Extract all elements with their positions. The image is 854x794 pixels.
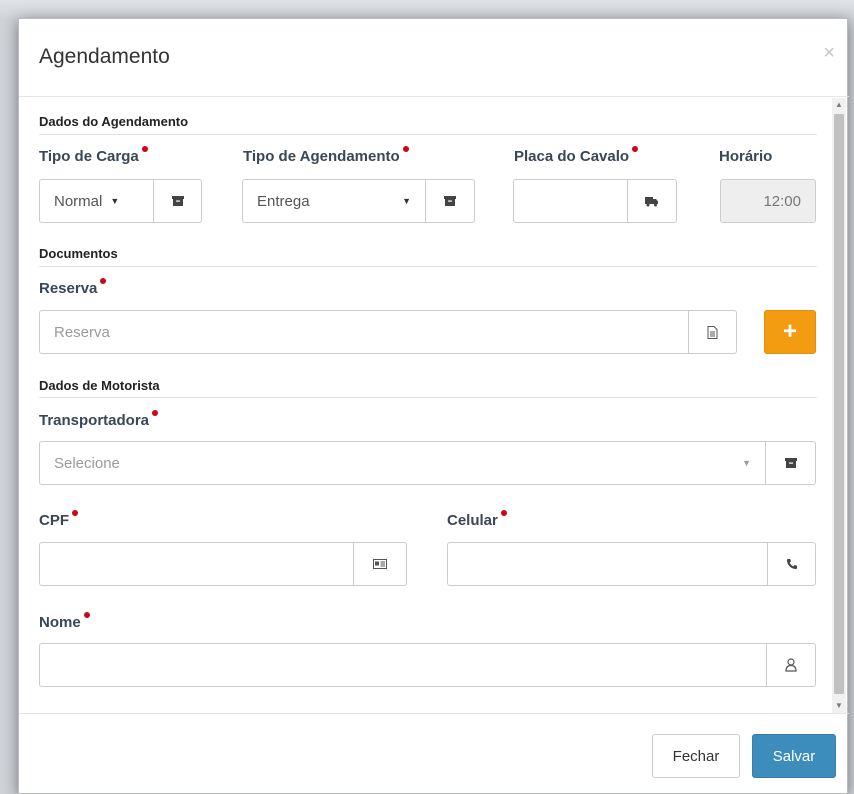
horario-label-text: Horário [719, 148, 773, 165]
id-card-icon [373, 559, 387, 569]
document-icon [707, 325, 718, 339]
modal-header: Agendamento × [19, 19, 849, 97]
modal-scrollbar[interactable]: ▲ ▼ [832, 98, 846, 713]
tipo-carga-label: Tipo de Carga [39, 146, 148, 165]
horario-value: 12:00 [763, 192, 801, 210]
nome-group [39, 643, 816, 687]
celular-input[interactable] [447, 542, 768, 586]
required-dot [632, 146, 639, 152]
fechar-button[interactable]: Fechar [652, 734, 740, 778]
tipo-agendamento-select[interactable]: Entrega ▼ [242, 179, 426, 223]
required-dot [100, 278, 107, 284]
scroll-thumb[interactable] [834, 114, 844, 694]
tipo-carga-value: Normal [54, 192, 103, 210]
tipo-agendamento-group: Entrega ▼ [242, 179, 475, 223]
horario-input: 12:00 [720, 179, 816, 223]
tipo-agendamento-label-text: Tipo de Agendamento [243, 148, 400, 165]
nome-input[interactable] [39, 643, 767, 687]
reserva-label: Reserva [39, 278, 107, 297]
salvar-button[interactable]: Salvar [752, 734, 836, 778]
archive-icon [444, 196, 456, 206]
reserva-addon[interactable] [689, 310, 737, 354]
placa-cavalo-group [513, 179, 677, 223]
celular-addon[interactable] [768, 542, 816, 586]
tipo-carga-select[interactable]: Normal ▼ [39, 179, 154, 223]
cpf-group [39, 542, 407, 586]
cpf-input[interactable] [39, 542, 354, 586]
agendamento-modal: Agendamento × Dados do Agendamento Tipo … [18, 18, 849, 794]
required-dot [83, 612, 90, 618]
celular-group [447, 542, 816, 586]
plus-icon: + [782, 318, 797, 345]
add-reserva-button[interactable]: + [764, 310, 816, 354]
horario-label: Horário [719, 148, 772, 165]
tipo-carga-group: Normal ▼ [39, 179, 202, 223]
cpf-label-text: CPF [39, 512, 69, 529]
reserva-placeholder: Reserva [54, 323, 110, 341]
section-title-motorista: Dados de Motorista [39, 378, 160, 393]
transportadora-group: Selecione ▼ [39, 441, 816, 485]
tipo-agendamento-value: Entrega [257, 192, 310, 210]
transportadora-addon[interactable] [766, 441, 816, 485]
placa-cavalo-addon[interactable] [628, 179, 677, 223]
transportadora-label-text: Transportadora [39, 412, 150, 429]
scroll-down-arrow-icon[interactable]: ▼ [832, 699, 846, 713]
reserva-input[interactable]: Reserva [39, 310, 689, 354]
nome-label-text: Nome [39, 614, 81, 631]
truck-icon [645, 197, 658, 207]
tipo-carga-addon[interactable] [154, 179, 202, 223]
tipo-agendamento-label: Tipo de Agendamento [243, 146, 409, 165]
reserva-label-text: Reserva [39, 280, 98, 297]
reserva-group: Reserva [39, 310, 737, 354]
scroll-up-arrow-icon[interactable]: ▲ [832, 98, 846, 112]
page-backdrop [0, 0, 854, 20]
archive-icon [171, 196, 184, 206]
caret-down-icon: ▼ [402, 196, 411, 206]
caret-down-icon: ▼ [742, 458, 751, 468]
celular-label-text: Celular [447, 512, 498, 529]
section-title-documentos: Documentos [39, 246, 118, 261]
required-dot [152, 410, 159, 416]
transportadora-select[interactable]: Selecione ▼ [39, 441, 766, 485]
cpf-label: CPF [39, 510, 78, 529]
modal-footer: Fechar Salvar [19, 713, 849, 794]
required-dot [500, 510, 507, 516]
phone-icon [786, 559, 797, 569]
required-dot [72, 510, 78, 516]
nome-label: Nome [39, 612, 90, 631]
section-divider [39, 134, 817, 135]
celular-label: Celular [447, 510, 507, 529]
cpf-addon[interactable] [354, 542, 407, 586]
horario-group: 12:00 [720, 179, 816, 223]
archive-icon [784, 458, 797, 468]
tipo-agendamento-addon[interactable] [426, 179, 475, 223]
caret-down-icon: ▼ [110, 196, 120, 206]
close-button[interactable]: × [823, 43, 835, 63]
nome-addon[interactable] [767, 643, 816, 687]
section-divider [39, 266, 817, 267]
modal-title: Agendamento [39, 45, 170, 68]
required-dot [141, 146, 148, 152]
transportadora-placeholder: Selecione [54, 454, 120, 472]
tipo-carga-label-text: Tipo de Carga [39, 148, 139, 165]
placa-cavalo-input[interactable] [513, 179, 628, 223]
placa-cavalo-label-text: Placa do Cavalo [514, 148, 630, 165]
user-icon [785, 658, 797, 672]
placa-cavalo-label: Placa do Cavalo [514, 146, 639, 165]
transportadora-label: Transportadora [39, 410, 159, 429]
section-divider [39, 397, 817, 398]
modal-body: Dados do Agendamento Tipo de Carga Norma… [19, 98, 849, 713]
section-title-agendamento: Dados do Agendamento [39, 114, 189, 129]
required-dot [402, 146, 409, 152]
